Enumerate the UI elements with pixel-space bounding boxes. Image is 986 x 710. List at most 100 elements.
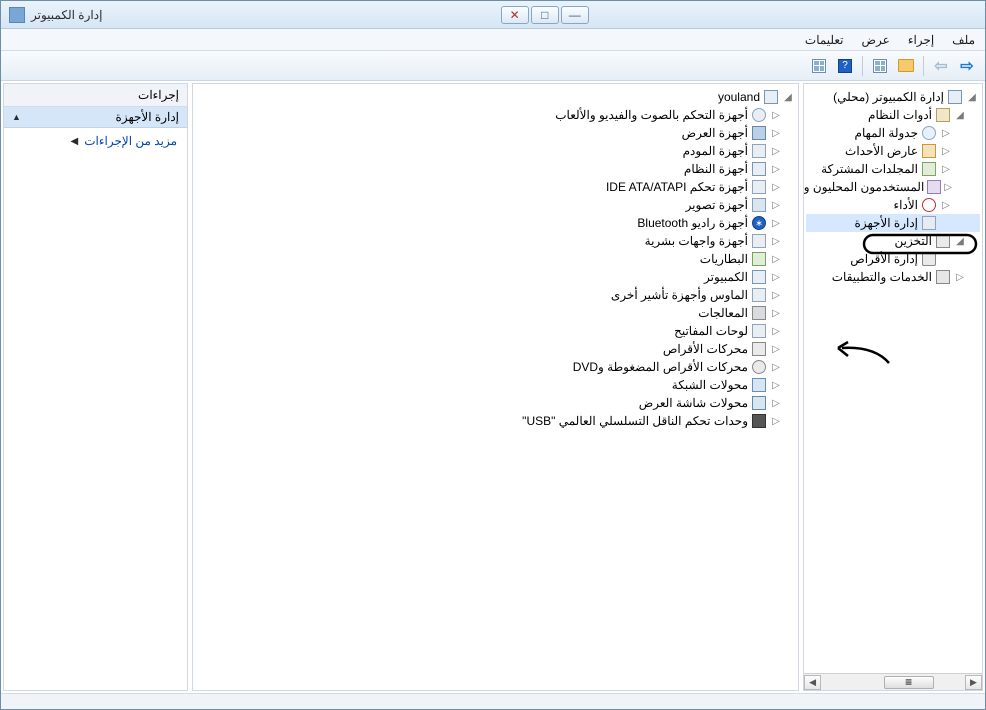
device-category-ide[interactable]: ▷ أجهزة تحكم IDE ATA/ATAPI bbox=[195, 178, 796, 196]
expander-icon[interactable]: ▷ bbox=[940, 146, 952, 157]
nav-device-manager[interactable]: إدارة الأجهزة bbox=[806, 214, 980, 232]
expander-icon[interactable]: ▷ bbox=[770, 110, 782, 121]
device-category-label: أجهزة تحكم IDE ATA/ATAPI bbox=[606, 180, 748, 194]
actions-more-link[interactable]: مزيد من الإجراءات ◀ bbox=[4, 128, 187, 154]
device-category-bat[interactable]: ▷ البطاريات bbox=[195, 250, 796, 268]
up-button[interactable] bbox=[894, 54, 918, 78]
close-button[interactable]: ✕ bbox=[501, 6, 529, 24]
expander-icon[interactable]: ◢ bbox=[954, 110, 966, 121]
device-category-label: محولات الشبكة bbox=[672, 378, 748, 392]
nav-local-users[interactable]: ▷ المستخدمون المحليون والـ bbox=[806, 178, 980, 196]
view-list-button[interactable] bbox=[807, 54, 831, 78]
nav-label: إدارة الأجهزة bbox=[855, 216, 918, 230]
device-category-net[interactable]: ▷ محولات الشبكة bbox=[195, 376, 796, 394]
device-category-display[interactable]: ▷أجهزة العرض bbox=[195, 124, 796, 142]
nav-system-tools[interactable]: ◢ أدوات النظام bbox=[806, 106, 980, 124]
expander-icon[interactable]: ▷ bbox=[770, 272, 782, 283]
expander-icon[interactable]: ▷ bbox=[940, 164, 952, 175]
menu-file[interactable]: ملف bbox=[948, 31, 979, 49]
expander-icon[interactable]: ▷ bbox=[770, 182, 782, 193]
computer-management-window: ✕ □ — إدارة الكمبيوتر ملف إجراء عرض تعلي… bbox=[0, 0, 986, 710]
expander-icon[interactable]: ▷ bbox=[940, 128, 952, 139]
expander-icon[interactable]: ◢ bbox=[954, 236, 966, 247]
nav-label: التخزين bbox=[895, 234, 932, 248]
minimize-button[interactable]: — bbox=[561, 6, 589, 24]
device-category-hdd[interactable]: ▷محركات الأقراص bbox=[195, 340, 796, 358]
nav-root[interactable]: ◢ إدارة الكمبيوتر (محلي) bbox=[806, 88, 980, 106]
expander-icon[interactable]: ▷ bbox=[770, 146, 782, 157]
expander-icon[interactable]: ▷ bbox=[770, 362, 782, 373]
expander-icon[interactable]: ▷ bbox=[770, 164, 782, 175]
toolbar-separator bbox=[862, 56, 863, 76]
toolbar: ⇨ ⇦ ? bbox=[1, 51, 985, 81]
expander-icon[interactable]: ▷ bbox=[770, 326, 782, 337]
nav-performance[interactable]: ▷ الأداء bbox=[806, 196, 980, 214]
av-icon bbox=[752, 108, 766, 122]
expander-icon[interactable]: ▷ bbox=[940, 200, 952, 211]
help-button[interactable]: ? bbox=[833, 54, 857, 78]
expander-icon[interactable]: ▷ bbox=[954, 272, 966, 283]
device-category-label: البطاريات bbox=[700, 252, 748, 266]
scroll-thumb[interactable]: ≡ bbox=[884, 676, 934, 689]
nav-shared-folders[interactable]: ▷ المجلدات المشتركة bbox=[806, 160, 980, 178]
nav-forward-button[interactable]: ⇦ bbox=[929, 54, 953, 78]
expander-icon[interactable]: ◢ bbox=[966, 92, 978, 103]
expander-icon[interactable]: ◢ bbox=[782, 92, 794, 103]
device-root[interactable]: ◢ youland bbox=[195, 88, 796, 106]
expander-icon[interactable]: ▷ bbox=[770, 398, 782, 409]
device-category-system[interactable]: ▷أجهزة النظام bbox=[195, 160, 796, 178]
expander-icon[interactable]: ▷ bbox=[770, 128, 782, 139]
expander-icon[interactable]: ▷ bbox=[770, 218, 782, 229]
event-icon bbox=[922, 144, 936, 158]
actions-more-label: مزيد من الإجراءات bbox=[84, 134, 177, 148]
device-category-dvd[interactable]: ▷محركات الأقراص المضغوطة وDVD bbox=[195, 358, 796, 376]
nav-back-button[interactable]: ⇨ bbox=[955, 54, 979, 78]
device-category-kbd[interactable]: ▷لوحات المفاتيح bbox=[195, 322, 796, 340]
device-category-imaging[interactable]: ▷أجهزة تصوير bbox=[195, 196, 796, 214]
expander-icon[interactable]: ▷ bbox=[770, 290, 782, 301]
expander-icon[interactable]: ▷ bbox=[770, 416, 782, 427]
bt-icon: ∗ bbox=[752, 216, 766, 230]
nav-services-apps[interactable]: ▷ الخدمات والتطبيقات bbox=[806, 268, 980, 286]
menu-action[interactable]: إجراء bbox=[904, 31, 938, 49]
nav-horizontal-scrollbar[interactable]: ▶ ≡ ◀ bbox=[804, 673, 982, 690]
expander-icon[interactable]: ▷ bbox=[770, 308, 782, 319]
device-category-label: أجهزة راديو Bluetooth bbox=[637, 216, 748, 230]
computer-icon bbox=[948, 90, 962, 104]
menu-help[interactable]: تعليمات bbox=[801, 31, 848, 49]
actions-group-device-manager[interactable]: إدارة الأجهزة ▲ bbox=[4, 107, 187, 128]
navigation-pane: ◢ إدارة الكمبيوتر (محلي) ◢ أدوات النظام … bbox=[803, 83, 983, 691]
scroll-left-button[interactable]: ◀ bbox=[804, 675, 821, 690]
nav-task-scheduler[interactable]: ▷ جدولة المهام bbox=[806, 124, 980, 142]
device-category-pc[interactable]: ▷الكمبيوتر bbox=[195, 268, 796, 286]
expander-icon[interactable]: ▷ bbox=[770, 254, 782, 265]
expander-icon[interactable]: ▷ bbox=[770, 200, 782, 211]
device-category-cpu[interactable]: ▷المعالجات bbox=[195, 304, 796, 322]
nav-disk-management[interactable]: إدارة الأقراص bbox=[806, 250, 980, 268]
menubar: ملف إجراء عرض تعليمات bbox=[1, 29, 985, 51]
device-category-modem[interactable]: ▷أجهزة المودم bbox=[195, 142, 796, 160]
gpu-icon bbox=[752, 396, 766, 410]
maximize-button[interactable]: □ bbox=[531, 6, 559, 24]
statusbar bbox=[1, 693, 985, 709]
device-category-mouse[interactable]: ▷الماوس وأجهزة تأشير أخرى bbox=[195, 286, 796, 304]
view-grid-button[interactable] bbox=[868, 54, 892, 78]
menu-view[interactable]: عرض bbox=[858, 31, 894, 49]
device-manager-icon bbox=[922, 216, 936, 230]
expander-icon[interactable]: ▷ bbox=[770, 236, 782, 247]
device-category-gpu[interactable]: ▷محولات شاشة العرض bbox=[195, 394, 796, 412]
nav-label: الخدمات والتطبيقات bbox=[832, 270, 932, 284]
device-category-av[interactable]: ▷أجهزة التحكم بالصوت والفيديو والألعاب bbox=[195, 106, 796, 124]
share-icon bbox=[922, 162, 936, 176]
expander-icon[interactable]: ▷ bbox=[944, 182, 952, 193]
nav-storage[interactable]: ◢ التخزين bbox=[806, 232, 980, 250]
expander-icon[interactable]: ▷ bbox=[770, 380, 782, 391]
nav-event-viewer[interactable]: ▷ عارض الأحداث bbox=[806, 142, 980, 160]
scroll-right-button[interactable]: ▶ bbox=[965, 675, 982, 690]
device-category-usb[interactable]: ▷وحدات تحكم الناقل التسلسلي العالمي "USB… bbox=[195, 412, 796, 430]
device-category-bt[interactable]: ▷ ∗ أجهزة راديو Bluetooth bbox=[195, 214, 796, 232]
expander-icon[interactable]: ▷ bbox=[770, 344, 782, 355]
services-icon bbox=[936, 270, 950, 284]
nav-label: الأداء bbox=[894, 198, 919, 212]
device-category-hid[interactable]: ▷أجهزة واجهات بشرية bbox=[195, 232, 796, 250]
